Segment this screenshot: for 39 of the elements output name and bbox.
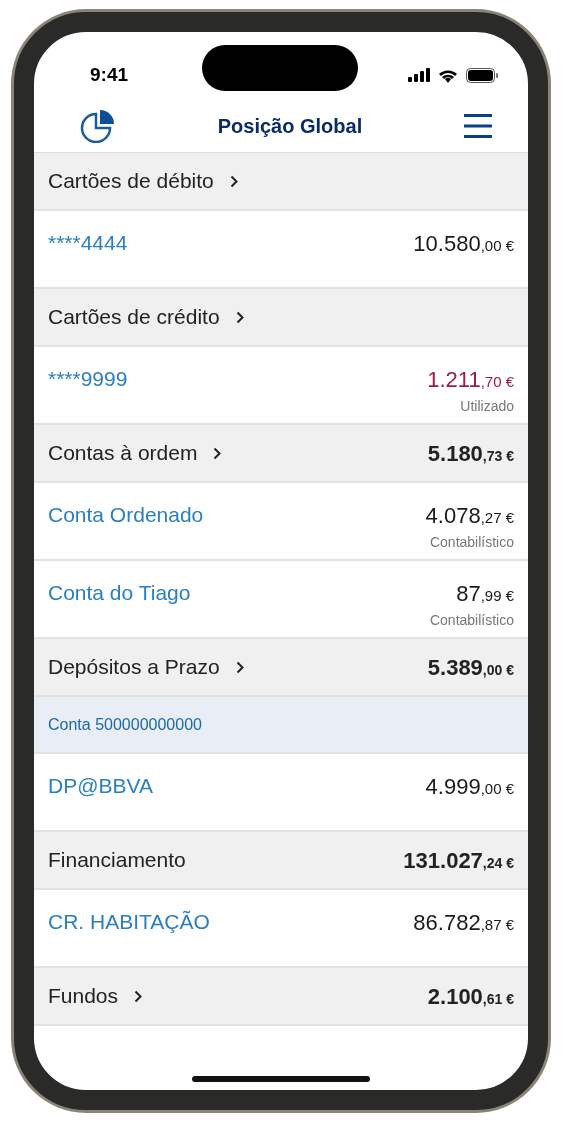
account-name: ****9999 — [48, 366, 128, 392]
account-balance: 10.580,00 € — [413, 230, 514, 258]
account-balance: 4.078,27 € — [425, 502, 514, 530]
section-total: 2.100,61 € — [427, 982, 514, 1011]
section-title: Financiamento — [48, 847, 186, 874]
section-title: Cartões de débito — [48, 168, 214, 195]
menu-icon[interactable] — [464, 113, 492, 139]
section-title: Cartões de crédito — [48, 304, 220, 331]
section-header[interactable]: Contas à ordem 5.180,73 € — [34, 425, 528, 483]
balance-label: Contabilístico — [429, 611, 514, 630]
account-name: Conta Ordenado — [48, 502, 204, 528]
section-title: Fundos — [48, 983, 119, 1010]
account-name: CR. HABITAÇÃO — [48, 909, 210, 935]
account-name: ****4444 — [48, 230, 128, 256]
account-label: Conta 500000000000 — [48, 714, 202, 735]
section-header[interactable]: Cartões de débito — [34, 153, 528, 211]
section-header[interactable]: Cartões de crédito — [34, 289, 528, 347]
signal-icon — [408, 68, 430, 82]
section-title: Depósitos a Prazo — [48, 654, 220, 681]
account-balance: 87,99 € — [456, 580, 514, 608]
section-total: 5.389,00 € — [427, 653, 514, 682]
account-name: DP@BBVA — [48, 773, 153, 799]
section-total: 131.027,24 € — [403, 846, 514, 875]
account-balance: 86.782,87 € — [413, 909, 514, 937]
account-balance: 4.999,00 € — [425, 773, 514, 801]
section-header[interactable]: Financiamento 131.027,24 € — [34, 832, 528, 890]
section-total: 5.180,73 € — [427, 439, 514, 468]
status-time: 9:41 — [90, 62, 129, 87]
section-header[interactable]: Fundos 2.100,61 € — [34, 968, 528, 1026]
battery-icon — [466, 67, 498, 83]
section-title: Contas à ordem — [48, 440, 198, 467]
section-header[interactable]: Depósitos a Prazo 5.389,00 € — [34, 639, 528, 697]
balance-label: Contabilístico — [429, 533, 514, 552]
wifi-icon — [438, 67, 458, 83]
account-name: Conta do Tiago — [48, 580, 191, 606]
account-balance: 1.211,70 € — [427, 366, 514, 394]
balance-label: Utilizado — [460, 397, 514, 416]
pie-chart-icon[interactable] — [80, 109, 116, 143]
page-title: Posição Global — [217, 114, 363, 139]
